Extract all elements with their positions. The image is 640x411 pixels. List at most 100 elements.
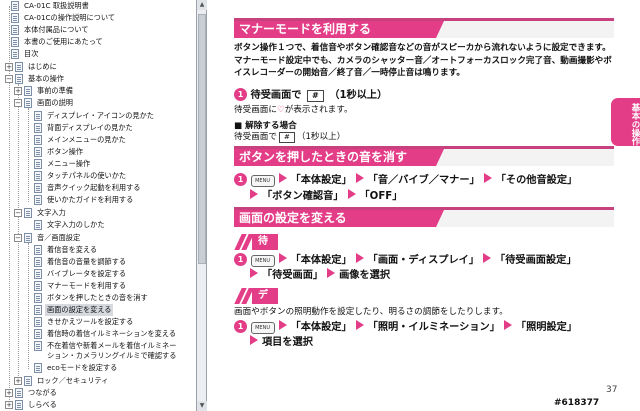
arrow-icon: [250, 335, 258, 345]
heading-bar-background: [434, 149, 614, 166]
arrow-icon: [355, 173, 364, 183]
scroll-up-arrow-icon[interactable]: ▲: [197, 0, 207, 10]
tree-item[interactable]: バイブレータを設定する: [0, 268, 196, 280]
document-icon: [11, 1, 19, 11]
document-icon: [34, 135, 42, 145]
tree-item-label: 着信時の着信イルミネーションを変える: [47, 329, 177, 338]
tree-item[interactable]: 本書のご使用にあたって: [0, 36, 196, 48]
subsection-title: 待受画面の表示を変える: [252, 234, 278, 407]
tree-item-label: バイブレータを設定する: [47, 269, 127, 278]
document-icon: [24, 86, 32, 96]
step-row: 1 MENU 「本体設定」 「音／バイブ／マナー」 「その他音設定」: [234, 173, 618, 189]
cancel-text-b: （1秒以上）: [296, 132, 346, 142]
section-title: マナーモードを利用する: [234, 21, 434, 38]
tree-item[interactable]: きせかえツールを設定する: [0, 316, 196, 328]
menu-path-item: 「画面・ディスプレイ」: [367, 255, 480, 266]
menu-path-item: 「照明・イルミネーション」: [367, 322, 500, 333]
tree-item-label: 本書のご使用にあたって: [24, 37, 103, 46]
tree-item[interactable]: + しらべる: [0, 399, 196, 411]
menu-path-item: 「本体設定」: [290, 255, 352, 266]
tree-item[interactable]: − 文字入力: [0, 207, 196, 219]
menu-path-item: 「ボタン確認音」: [262, 191, 344, 202]
chapter-side-tab[interactable]: 基本の操作: [611, 98, 640, 146]
tree-item-selected[interactable]: 画面の設定を変える: [0, 304, 196, 316]
section-heading-bar: ボタンを押したときの音を消す: [234, 146, 614, 166]
tree-item-label: ディスプレイ・アイコンの見かた: [47, 111, 154, 120]
tree-item-label: CA-01C 取扱説明書: [24, 1, 89, 10]
scroll-down-arrow-icon[interactable]: ▼: [197, 401, 207, 411]
tree-item[interactable]: メインメニューの見かた: [0, 134, 196, 146]
tree-item-label: はじめに: [28, 62, 57, 71]
tree-item[interactable]: − 画面の説明: [0, 97, 196, 109]
tree-item[interactable]: CA-01C 取扱説明書: [0, 0, 196, 12]
tree-item[interactable]: 着信音を変える: [0, 244, 196, 256]
tree-item-continuation[interactable]: ション・カメラリングイルミで確認する: [0, 350, 196, 362]
tree-item-label: CA-01Cの操作説明について: [24, 13, 116, 22]
manner-mode-icon: ♡: [276, 105, 285, 115]
tree-item[interactable]: ボタンを押したときの音を消す: [0, 292, 196, 304]
tree-item[interactable]: 本体付属品について: [0, 24, 196, 36]
collapse-icon[interactable]: −: [14, 99, 22, 107]
document-icon: [34, 183, 42, 193]
step-text: 待受画面で: [250, 90, 302, 101]
tree-item[interactable]: 着信時の着信イルミネーションを変える: [0, 328, 196, 340]
tree-item[interactable]: − 基本の操作: [0, 73, 196, 85]
section-title: 画面の設定を変える: [234, 210, 434, 227]
tree-item[interactable]: ecoモードを設定する: [0, 362, 196, 374]
tree-item[interactable]: ディスプレイ・アイコンの見かた: [0, 110, 196, 122]
arrow-icon: [278, 173, 287, 183]
tree-item[interactable]: − 音／画面設定: [0, 232, 196, 244]
tree-item[interactable]: + つながる: [0, 387, 196, 399]
hash-key-icon: #: [307, 90, 324, 102]
document-icon: [11, 25, 19, 35]
menu-path-item: 「音／バイブ／マナー」: [367, 175, 480, 186]
step-row: 1 MENU 「本体設定」 「画面・ディスプレイ」 「待受画面設定」: [234, 253, 618, 269]
tree-item-label: 目次: [24, 49, 39, 58]
expand-icon[interactable]: +: [5, 389, 13, 397]
sidebar-scrollbar[interactable]: ▲ ▼: [197, 0, 207, 411]
tree-item-label: 背面ディスプレイの見かた: [47, 123, 133, 132]
tree-item-label: 事前の準備: [37, 86, 73, 95]
tree-item[interactable]: タッチパネルの使いかた: [0, 170, 196, 182]
step-text: （1秒以上）: [329, 90, 388, 101]
tree-item[interactable]: 使いかたガイドを利用する: [0, 194, 196, 206]
tree-item[interactable]: + はじめに: [0, 61, 196, 73]
expand-icon[interactable]: +: [14, 377, 22, 385]
menu-key-icon: MENU: [250, 255, 275, 267]
tree-item[interactable]: 背面ディスプレイの見かた: [0, 122, 196, 134]
tree-item[interactable]: + 事前の準備: [0, 85, 196, 97]
step-row-continued: 「待受画面」 画像を選択: [234, 268, 618, 284]
tree-item-label: 文字入力: [37, 208, 66, 217]
collapse-icon[interactable]: −: [14, 234, 22, 242]
document-icon: [34, 269, 42, 279]
section-heading-bar: 画面の設定を変える: [234, 207, 614, 227]
arrow-icon: [278, 253, 287, 263]
document-icon: [24, 98, 32, 108]
tree-item[interactable]: メニュー操作: [0, 158, 196, 170]
expand-icon[interactable]: +: [14, 87, 22, 95]
menu-path-item: 「待受画面設定」: [495, 255, 577, 266]
expand-icon[interactable]: +: [5, 401, 13, 409]
tree-item-label: しらべる: [28, 400, 57, 409]
scroll-thumb[interactable]: [198, 14, 206, 264]
cancel-text-a: 待受画面で: [234, 132, 277, 142]
tree-item[interactable]: 着信音の音量を調節する: [0, 256, 196, 268]
collapse-icon[interactable]: −: [5, 75, 13, 83]
collapse-icon[interactable]: −: [14, 209, 22, 217]
menu-path-item: 「本体設定」: [290, 322, 352, 333]
expand-icon[interactable]: +: [5, 63, 13, 71]
page-number: 37: [606, 385, 618, 395]
tree-item[interactable]: 音声クイック起動を利用する: [0, 182, 196, 194]
tree-item-label: 画面の説明: [37, 98, 73, 107]
step-number: 1: [234, 173, 247, 186]
tree-item[interactable]: 文字入力のしかた: [0, 219, 196, 231]
tree-item[interactable]: ボタン操作: [0, 146, 196, 158]
document-icon: [34, 147, 42, 157]
tree-item[interactable]: CA-01Cの操作説明について: [0, 12, 196, 24]
tree-item-label: きせかえツールを設定する: [47, 317, 134, 326]
step-number: 1: [234, 320, 247, 333]
tree-item[interactable]: マナーモードを利用する: [0, 280, 196, 292]
tree-item[interactable]: + ロック／セキュリティ: [0, 375, 196, 387]
tree-item-label: メニュー操作: [47, 159, 91, 168]
tree-item[interactable]: 目次: [0, 48, 196, 60]
